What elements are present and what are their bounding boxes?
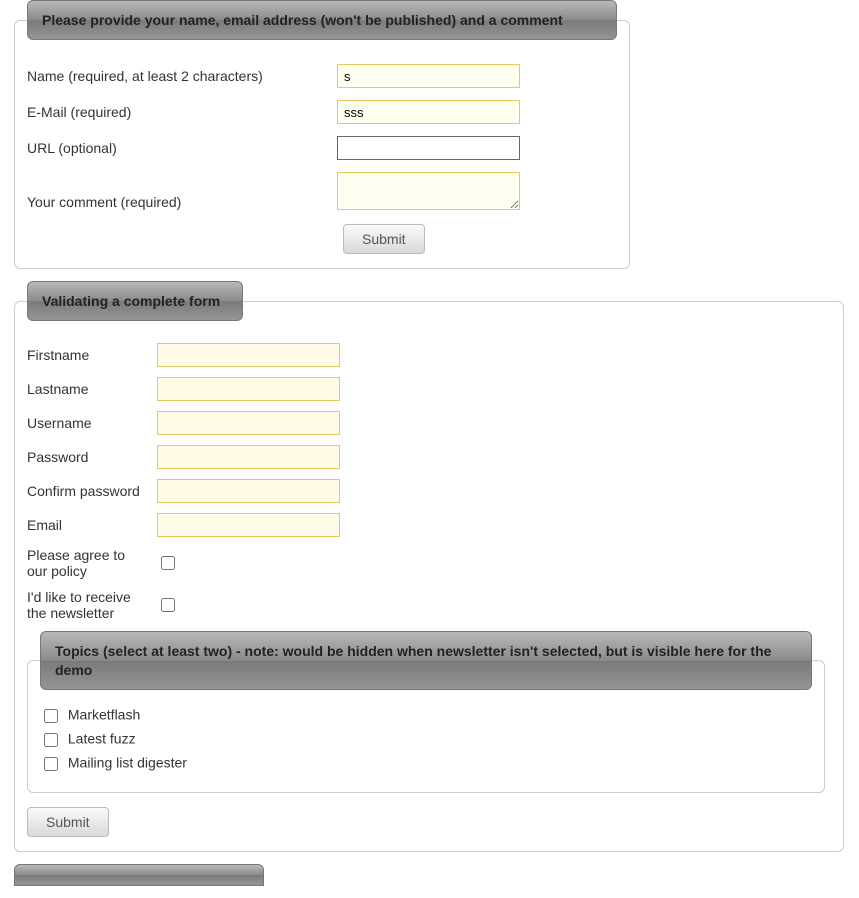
username-input[interactable] bbox=[157, 411, 340, 435]
submit-button[interactable]: Submit bbox=[343, 224, 425, 254]
email2-label: Email bbox=[27, 517, 157, 533]
firstname-input[interactable] bbox=[157, 343, 340, 367]
newsletter-label: I'd like to receive the newsletter bbox=[27, 589, 157, 621]
lastname-label: Lastname bbox=[27, 381, 157, 397]
topic-label: Latest fuzz bbox=[68, 730, 136, 746]
password-input[interactable] bbox=[157, 445, 340, 469]
email-label: E-Mail (required) bbox=[27, 104, 337, 120]
confirm-password-input[interactable] bbox=[157, 479, 340, 503]
topic-item[interactable]: Marketflash bbox=[40, 706, 812, 726]
name-input[interactable] bbox=[337, 64, 520, 88]
username-label: Username bbox=[27, 415, 157, 431]
validate-form-legend: Validating a complete form bbox=[27, 281, 243, 321]
password-label: Password bbox=[27, 449, 157, 465]
topic-label: Marketflash bbox=[68, 706, 140, 722]
confirm-password-label: Confirm password bbox=[27, 483, 157, 499]
url-label: URL (optional) bbox=[27, 140, 337, 156]
comment-textarea[interactable] bbox=[337, 172, 520, 210]
firstname-label: Firstname bbox=[27, 347, 157, 363]
topic-checkbox-marketflash[interactable] bbox=[44, 709, 58, 723]
topic-label: Mailing list digester bbox=[68, 754, 187, 770]
name-label: Name (required, at least 2 characters) bbox=[27, 68, 337, 84]
comment-label: Your comment (required) bbox=[27, 194, 337, 210]
topic-item[interactable]: Mailing list digester bbox=[40, 754, 812, 774]
comment-form-legend: Please provide your name, email address … bbox=[27, 0, 617, 40]
topics-fieldset: Topics (select at least two) - note: wou… bbox=[27, 631, 825, 792]
topic-item[interactable]: Latest fuzz bbox=[40, 730, 812, 750]
topic-checkbox-mailing-list[interactable] bbox=[44, 757, 58, 771]
partial-legend-cutoff bbox=[14, 864, 859, 886]
url-input[interactable] bbox=[337, 136, 520, 160]
comment-form-fieldset: Please provide your name, email address … bbox=[14, 0, 630, 269]
email2-input[interactable] bbox=[157, 513, 340, 537]
email-input[interactable] bbox=[337, 100, 520, 124]
newsletter-checkbox[interactable] bbox=[161, 598, 175, 612]
topic-checkbox-latest-fuzz[interactable] bbox=[44, 733, 58, 747]
lastname-input[interactable] bbox=[157, 377, 340, 401]
agree-label: Please agree to our policy bbox=[27, 547, 157, 579]
agree-checkbox[interactable] bbox=[161, 556, 175, 570]
topics-legend: Topics (select at least two) - note: wou… bbox=[40, 631, 812, 689]
validate-form-fieldset: Validating a complete form Firstname Las… bbox=[14, 281, 844, 852]
submit-button-2[interactable]: Submit bbox=[27, 807, 109, 837]
